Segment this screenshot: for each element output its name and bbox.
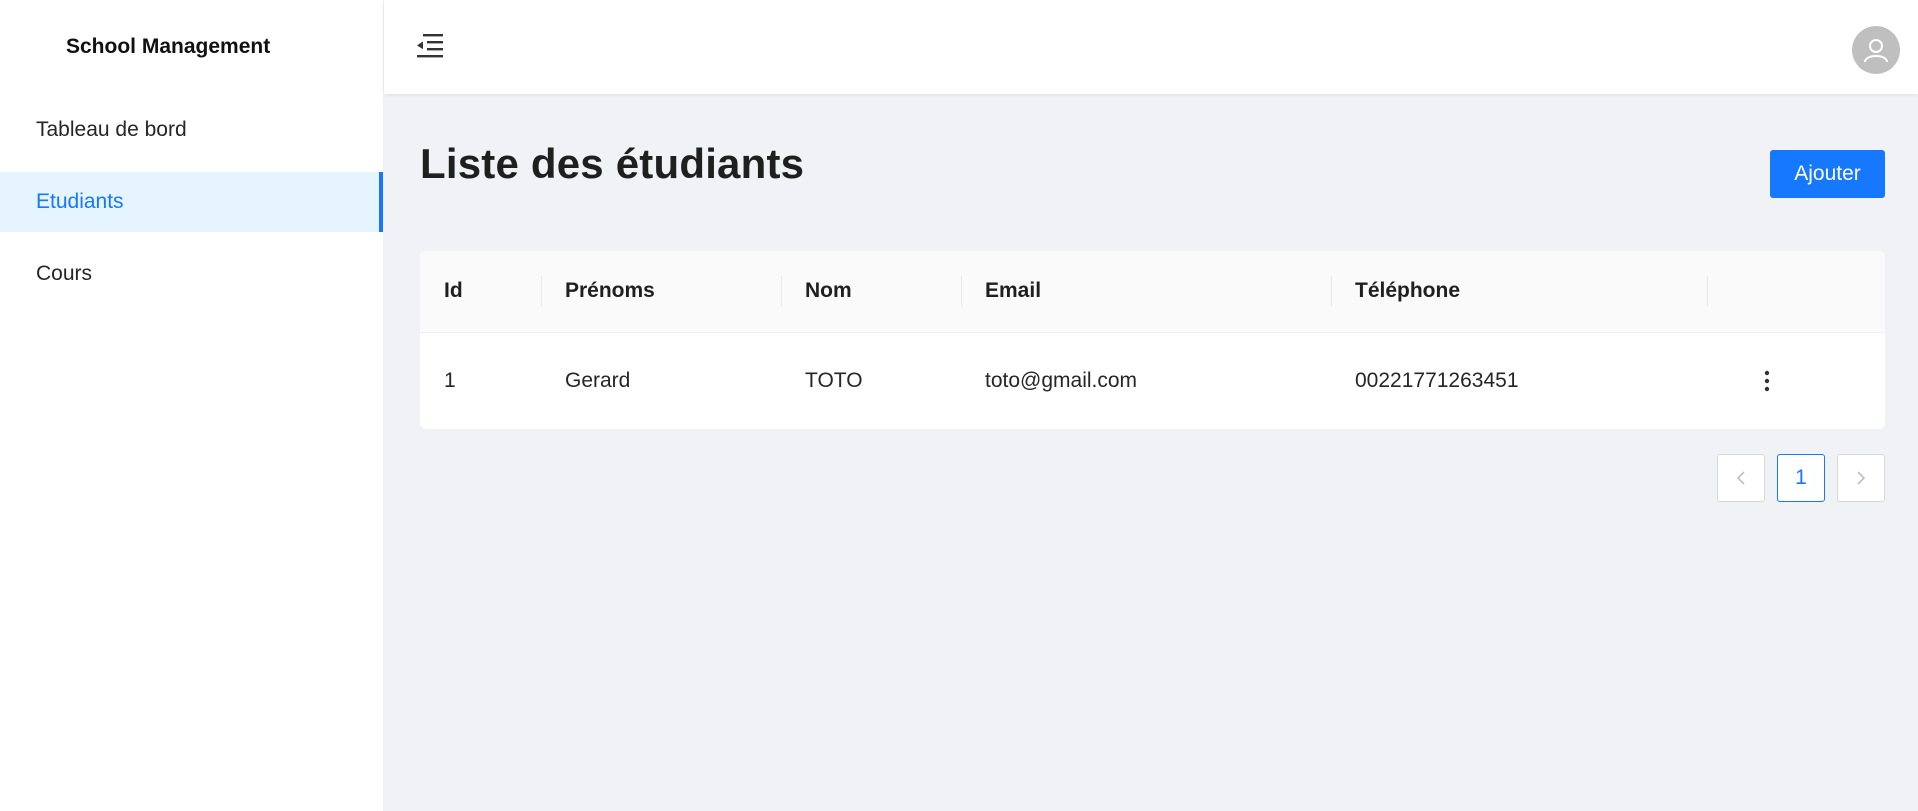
cell-prenoms: Gerard — [565, 368, 631, 392]
sidebar-item-label: Tableau de bord — [36, 118, 187, 141]
top-header — [384, 0, 1918, 94]
sidebar: School Management Tableau de bord Etudia… — [0, 0, 384, 811]
sidebar-item-etudiants[interactable]: Etudiants — [0, 172, 383, 232]
app-brand: School Management — [66, 35, 271, 58]
column-header-id: Id — [420, 251, 541, 333]
sidebar-item-label: Cours — [36, 262, 93, 285]
sidebar-item-label: Etudiants — [36, 190, 124, 213]
user-avatar[interactable] — [1852, 26, 1900, 74]
column-header-telephone: Téléphone — [1331, 251, 1707, 333]
more-vertical-icon[interactable] — [1753, 363, 1781, 399]
add-student-button[interactable]: Ajouter — [1770, 150, 1885, 198]
chevron-left-icon — [1736, 471, 1745, 485]
user-icon — [1864, 39, 1888, 63]
pagination-next-button[interactable] — [1837, 454, 1885, 502]
column-header-actions — [1707, 251, 1885, 333]
sidebar-item-tableau-de-bord[interactable]: Tableau de bord — [0, 100, 383, 160]
page-title: Liste des étudiants — [420, 140, 805, 187]
column-header-prenoms: Prénoms — [541, 251, 781, 333]
menu-fold-icon[interactable] — [414, 30, 446, 62]
sidebar-item-cours[interactable]: Cours — [0, 244, 383, 304]
pagination-prev-button[interactable] — [1717, 454, 1765, 502]
table-header-row: Id Prénoms Nom Email Téléphone — [420, 251, 1885, 333]
cell-telephone: 00221771263451 — [1355, 368, 1519, 392]
column-header-nom: Nom — [781, 251, 961, 333]
pagination: 1 — [1717, 454, 1885, 502]
cell-nom: TOTO — [805, 368, 863, 392]
cell-actions — [1707, 332, 1885, 429]
column-header-email: Email — [961, 251, 1331, 333]
sidebar-menu: Tableau de bord Etudiants Cours — [0, 100, 383, 304]
pagination-page-1[interactable]: 1 — [1777, 454, 1825, 502]
table-row: 1 Gerard TOTO toto@gmail.com 00221771263… — [420, 332, 1885, 429]
students-table: Id Prénoms Nom Email Téléphone 1 Gerard … — [420, 251, 1885, 429]
cell-email: toto@gmail.com — [985, 368, 1138, 392]
cell-id: 1 — [444, 368, 456, 392]
chevron-right-icon — [1857, 471, 1866, 485]
